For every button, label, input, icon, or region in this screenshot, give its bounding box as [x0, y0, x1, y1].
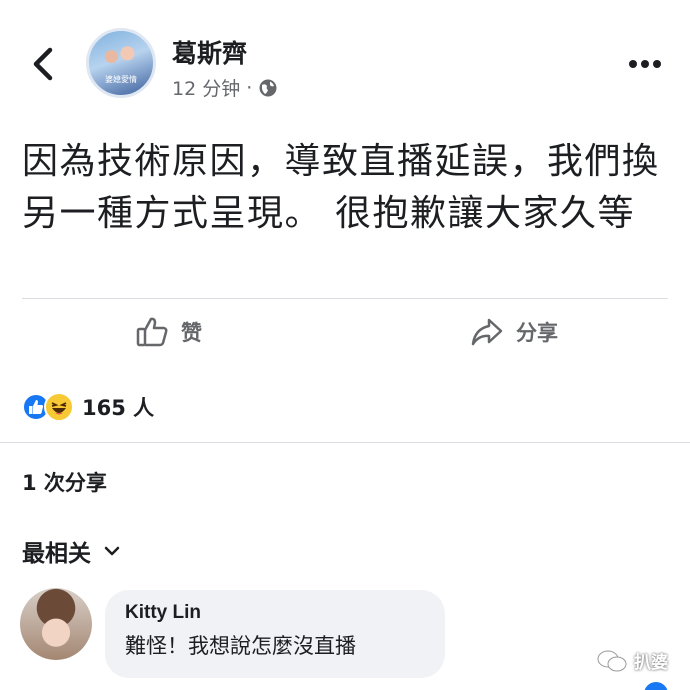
- share-count[interactable]: 1 次分享: [22, 467, 107, 497]
- post-timestamp[interactable]: 12 分钟: [172, 74, 240, 101]
- chevron-down-icon: [104, 546, 120, 556]
- post-meta: 12 分钟 ·: [172, 74, 278, 101]
- author-avatar[interactable]: 婆媳愛情: [86, 28, 156, 98]
- comment-text: 難怪！我想說怎麼沒直播: [125, 634, 356, 658]
- meta-separator: ·: [246, 76, 253, 99]
- divider: [0, 442, 690, 443]
- comment-author[interactable]: Kitty Lin: [125, 602, 425, 624]
- post-header: 婆媳愛情 葛斯齊 12 分钟 ·: [0, 0, 690, 110]
- watermark: 扒婆: [596, 648, 668, 673]
- comment-bubble: Kitty Lin 難怪！我想說怎麼沒直播: [105, 590, 445, 678]
- divider: [22, 298, 668, 299]
- reaction-count: 165 人: [82, 396, 155, 420]
- more-options-icon[interactable]: [628, 58, 662, 70]
- thumbs-up-icon: [136, 317, 168, 347]
- back-arrow-icon[interactable]: [26, 44, 60, 84]
- reactions-summary[interactable]: 165 人: [22, 392, 154, 422]
- avatar-poster-text: 婆媳愛情: [105, 75, 137, 84]
- watermark-text: 扒婆: [634, 653, 668, 673]
- author-name[interactable]: 葛斯齊: [172, 34, 247, 70]
- haha-reaction-icon: [44, 392, 74, 422]
- share-button[interactable]: 分享: [470, 315, 558, 349]
- comment-sort-dropdown[interactable]: 最相关: [22, 534, 121, 568]
- post-body-text: 因為技術原因，導致直播延誤，我們換另一種方式呈現。 很抱歉讓大家久等: [22, 141, 660, 234]
- globe-icon: [259, 79, 277, 96]
- reaction-badge-partial: [644, 682, 668, 690]
- like-button[interactable]: 赞: [135, 315, 202, 349]
- share-arrow-icon: [471, 318, 503, 346]
- wechat-icon: [597, 650, 627, 671]
- like-label: 赞: [181, 321, 202, 345]
- commenter-avatar[interactable]: [20, 588, 92, 660]
- share-label: 分享: [516, 321, 558, 345]
- sort-label: 最相关: [22, 541, 91, 567]
